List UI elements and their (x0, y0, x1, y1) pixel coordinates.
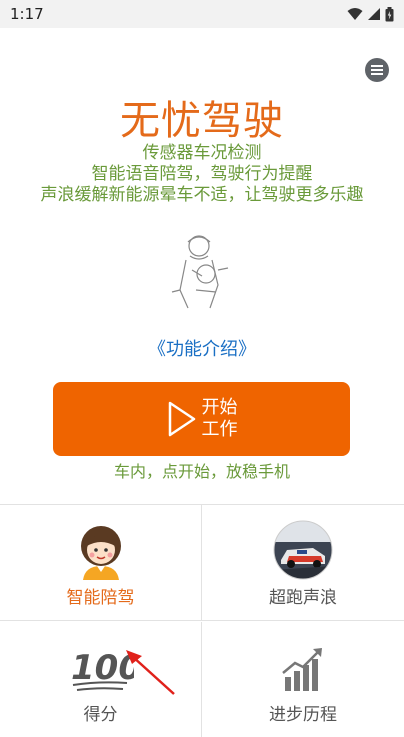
play-icon (168, 401, 195, 437)
battery-icon (385, 6, 394, 21)
girl-avatar-icon (81, 526, 121, 580)
status-icons (347, 6, 394, 22)
grid-item-label: 超跑声浪 (269, 588, 337, 608)
status-bar: 1:17 (0, 0, 404, 28)
grid-item-smart-companion[interactable]: 智能陪驾 (0, 505, 202, 621)
grid-item-label: 进步历程 (269, 705, 337, 725)
wifi-icon (347, 8, 363, 20)
start-button-label: 开始 工作 (201, 397, 238, 440)
status-time: 1:17 (10, 5, 44, 23)
driver-illustration (171, 235, 229, 309)
tagline-2: 智能语音陪驾，驾驶行为提醒 (91, 164, 313, 184)
grid-item-supercar-sound[interactable]: 超跑声浪 (202, 505, 404, 621)
start-button[interactable]: 开始 工作 (53, 382, 350, 456)
menu-icon (371, 65, 383, 75)
grid-item-progress-history[interactable]: 进步历程 (202, 622, 404, 737)
feature-intro-link[interactable]: 《功能介绍》 (0, 335, 404, 361)
tagline-3: 声浪缓解新能源晕车不适，让驾驶更多乐趣 (40, 185, 364, 205)
start-hint: 车内，点开始，放稳手机 (113, 462, 290, 481)
app-title: 无忧驾驶 (120, 98, 284, 144)
grid-item-label: 得分 (83, 705, 118, 725)
menu-button[interactable] (365, 58, 389, 82)
tagline-1: 传感器车况检测 (142, 143, 262, 163)
red-arrow-annotation (126, 650, 175, 695)
grid-item-label: 智能陪驾 (66, 588, 135, 608)
sports-car-icon (273, 520, 333, 580)
progress-chart-icon (282, 648, 322, 691)
feature-grid: 智能陪驾 超跑声浪 100 得分 (0, 504, 404, 737)
signal-icon (368, 8, 380, 20)
